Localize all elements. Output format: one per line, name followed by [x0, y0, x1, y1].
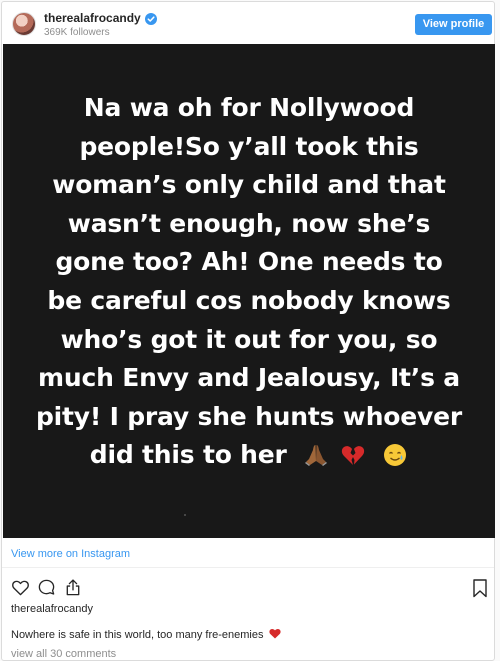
- follower-count: 369K followers: [44, 27, 110, 38]
- divider: [2, 567, 494, 568]
- username-row: therealafrocandy: [44, 11, 157, 26]
- post-text-line: wasn’t enough, now she’s: [67, 208, 431, 238]
- heart-icon[interactable]: [11, 578, 30, 597]
- post-text-line: did this to her: [89, 440, 287, 470]
- comment-icon[interactable]: [37, 578, 56, 597]
- post-text-line: who’s got it out for you, so: [60, 324, 438, 354]
- post-image[interactable]: Na wa oh for Nollywood people!So y’all t…: [3, 44, 495, 538]
- share-icon[interactable]: [64, 578, 82, 597]
- username[interactable]: therealafrocandy: [44, 11, 141, 26]
- instagram-embed-card: therealafrocandy 369K followers View pro…: [1, 1, 495, 661]
- caption-username[interactable]: therealafrocandy: [11, 602, 93, 616]
- image-speck: [184, 514, 186, 516]
- red-heart-icon: [268, 628, 281, 639]
- post-text-line: people!So y’all took this: [79, 131, 419, 161]
- user-info: therealafrocandy 369K followers: [44, 11, 157, 40]
- view-all-comments-link[interactable]: view all 30 comments: [11, 647, 116, 661]
- view-more-link[interactable]: View more on Instagram: [11, 547, 130, 561]
- post-text-line: Na wa oh for Nollywood: [83, 93, 415, 122]
- caption-text: Nowhere is safe in this world, too many …: [11, 629, 264, 641]
- post-caption: Nowhere is safe in this world, too many …: [11, 628, 281, 642]
- post-text-line: gone too? Ah! One needs to: [55, 247, 443, 277]
- bookmark-icon[interactable]: [472, 578, 488, 598]
- post-text-line: pity! I pray she hunts whoever: [35, 401, 463, 431]
- post-text-line: be careful cos nobody knows: [47, 285, 451, 315]
- post-image-text: Na wa oh for Nollywood people!So y’all t…: [23, 89, 475, 475]
- broken-heart-icon: [341, 446, 364, 466]
- post-text-line: woman’s only child and that: [52, 170, 446, 200]
- post-text-line: much Envy and Jealousy, It’s a: [38, 363, 460, 393]
- view-profile-button[interactable]: View profile: [415, 14, 492, 35]
- folded-hands-icon: [305, 445, 328, 467]
- smiling-face-with-tear-icon: [384, 444, 407, 467]
- verified-badge-icon: [144, 12, 157, 25]
- post-header: therealafrocandy 369K followers View pro…: [2, 2, 494, 46]
- avatar[interactable]: [12, 12, 36, 36]
- post-text-line-last: did this to her: [23, 436, 475, 475]
